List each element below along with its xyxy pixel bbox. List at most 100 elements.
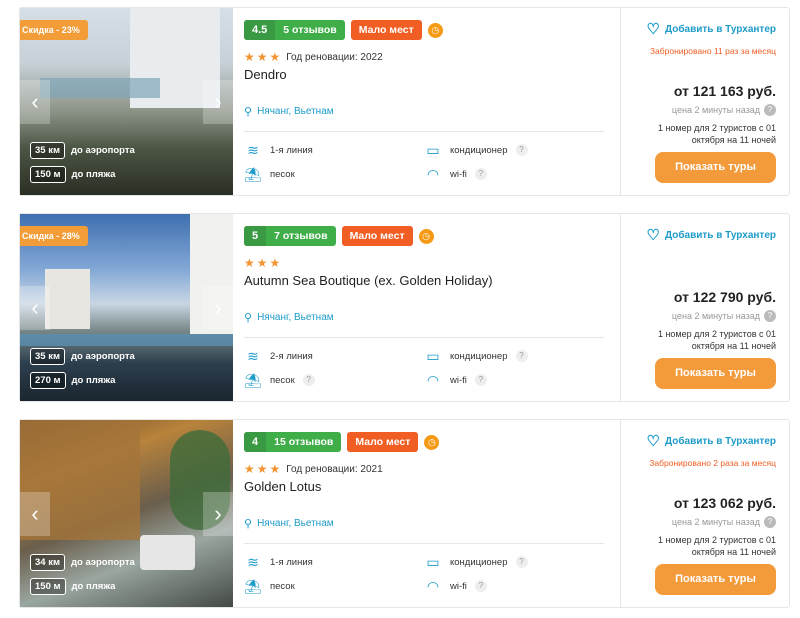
next-photo-button[interactable]: › [203,492,233,536]
renovation-year: Год реновации: 2022 [286,51,383,63]
air-conditioner-icon: ▭ [426,142,440,158]
hotel-card[interactable]: Скидка - 23% ‹ › 35 км до аэропорта 150 … [19,7,790,196]
heart-icon: ♡ [646,433,660,450]
wifi-icon: ◠ [426,166,440,182]
sand-icon: ⛱ [244,166,262,182]
divider [244,543,604,544]
pool-shape [40,78,160,98]
beach-distance-value: 150 м [30,578,66,595]
beach-distance-label: до пляжа [71,581,116,592]
help-icon[interactable]: ? [474,580,487,592]
prev-photo-button[interactable]: ‹ [20,286,50,330]
hotel-info: 4.5 5 отзывов Мало мест ◷ ★★★ Год ренова… [244,8,614,195]
booked-count: Забронировано 2 раза за месяц [649,458,776,468]
location-pin-icon: ⚲ [244,106,253,118]
badges-row: 5 7 отзывов Мало мест ◷ [244,226,434,246]
hotel-location[interactable]: ⚲ Нячанг, Вьетнам [244,105,334,118]
hotel-info: 4 15 отзывов Мало мест ◷ ★★★ Год реновац… [244,420,614,607]
help-icon[interactable]: ? [515,350,528,362]
beach-distance-value: 270 м [30,372,66,389]
hotel-photo[interactable]: ‹ › 34 км до аэропорта 150 м до пляжа [20,420,233,607]
hotel-card[interactable]: Скидка - 28% ‹ › 35 км до аэропорта 270 … [19,213,790,402]
feature-ac: ▭ кондиционер ? [424,142,528,158]
van-shape [140,535,195,570]
stars-row: ★★★ Год реновации: 2022 [244,50,383,64]
prev-photo-button[interactable]: ‹ [20,80,50,124]
airport-distance-label: до аэропорта [71,557,135,568]
favorites-label: Добавить в Турхантер [664,435,776,447]
hotel-name[interactable]: Golden Lotus [244,479,321,494]
help-icon[interactable]: ? [764,516,776,528]
next-photo-button[interactable]: › [203,80,233,124]
heart-icon: ♡ [646,21,660,38]
rating-badge[interactable]: 4 15 отзывов [244,432,342,452]
show-tours-button[interactable]: Показать туры [655,152,776,183]
add-to-favorites-button[interactable]: ♡ Добавить в Турхантер [647,432,776,450]
next-photo-button[interactable]: › [203,286,233,330]
stars-icon: ★★★ [244,462,283,476]
location-text: Нячанг, Вьетнам [257,312,334,323]
feature-label: 1-я линия [270,144,313,156]
hotel-location[interactable]: ⚲ Нячанг, Вьетнам [244,311,334,324]
badges-row: 4 15 отзывов Мало мест ◷ [244,432,440,452]
help-icon[interactable]: ? [764,310,776,322]
price-column: ♡ Добавить в Турхантер Забронировано 2 р… [620,420,790,607]
help-icon[interactable]: ? [515,556,528,568]
feature-wifi: ◠ wi-fi ? [424,166,487,182]
favorites-label: Добавить в Турхантер [664,229,776,241]
help-icon[interactable]: ? [302,374,315,386]
renovation-year: Год реновации: 2021 [286,463,383,475]
rating-badge[interactable]: 4.5 5 отзывов [244,20,345,40]
hotel-name[interactable]: Autumn Sea Boutique (ex. Golden Holiday) [244,273,493,288]
airport-distance: 34 км до аэропорта [30,554,135,571]
hotel-photo[interactable]: Скидка - 23% ‹ › 35 км до аэропорта 150 … [20,8,233,195]
show-tours-button[interactable]: Показать туры [655,564,776,595]
offer-description: 1 номер для 2 туристов с 01 октября на 1… [657,329,776,351]
help-icon[interactable]: ? [764,104,776,116]
add-to-favorites-button[interactable]: ♡ Добавить в Турхантер [647,226,776,244]
show-tours-button[interactable]: Показать туры [655,358,776,389]
location-text: Нячанг, Вьетнам [257,106,334,117]
few-places-badge: Мало мест [341,226,413,246]
rating-badge[interactable]: 5 7 отзывов [244,226,336,246]
hotel-location[interactable]: ⚲ Нячанг, Вьетнам [244,517,334,530]
price-freshness: цена 2 минуты назад ? [672,104,776,116]
offer-description: 1 номер для 2 туристов с 01 октября на 1… [657,535,776,557]
stars-row: ★★★ [244,256,286,270]
reviews-count: 5 отзывов [283,24,337,36]
wifi-icon: ◠ [426,372,440,388]
airport-distance-value: 35 км [30,142,65,159]
airport-distance: 35 км до аэропорта [30,142,135,159]
add-to-favorites-button[interactable]: ♡ Добавить в Турхантер [647,20,776,38]
feature-label: wi-fi [450,374,467,386]
price-ago-text: цена 2 минуты назад [671,105,760,115]
help-icon[interactable]: ? [474,168,487,180]
stars-icon: ★★★ [244,256,283,270]
feature-beach-line: ≋ 1-я линия [244,554,313,570]
wave-icon: ≋ [247,348,259,364]
air-conditioner-icon: ▭ [426,348,440,364]
clock-icon: ◷ [424,434,440,450]
location-pin-icon: ⚲ [244,312,253,324]
help-icon[interactable]: ? [474,374,487,386]
airport-distance-value: 35 км [30,348,65,365]
feature-label: 2-я линия [270,350,313,362]
prev-photo-button[interactable]: ‹ [20,492,50,536]
heart-icon: ♡ [646,227,660,244]
feature-label: wi-fi [450,168,467,180]
hotel-card[interactable]: ‹ › 34 км до аэропорта 150 м до пляжа 4 … [19,419,790,608]
building-shape [45,269,90,329]
help-icon[interactable]: ? [515,144,528,156]
few-places-badge: Мало мест [350,20,422,40]
discount-badge: Скидка - 23% [20,20,88,40]
airport-distance: 35 км до аэропорта [30,348,135,365]
hotel-photo[interactable]: Скидка - 28% ‹ › 35 км до аэропорта 270 … [20,214,233,401]
badges-row: 4.5 5 отзывов Мало мест ◷ [244,20,443,40]
feature-label: wi-fi [450,580,467,592]
beach-distance-label: до пляжа [71,375,116,386]
sand-icon: ⛱ [244,578,262,594]
feature-label: кондиционер [450,350,508,362]
beach-distance: 150 м до пляжа [30,578,115,595]
hotel-name[interactable]: Dendro [244,67,287,82]
feature-wifi: ◠ wi-fi ? [424,372,487,388]
